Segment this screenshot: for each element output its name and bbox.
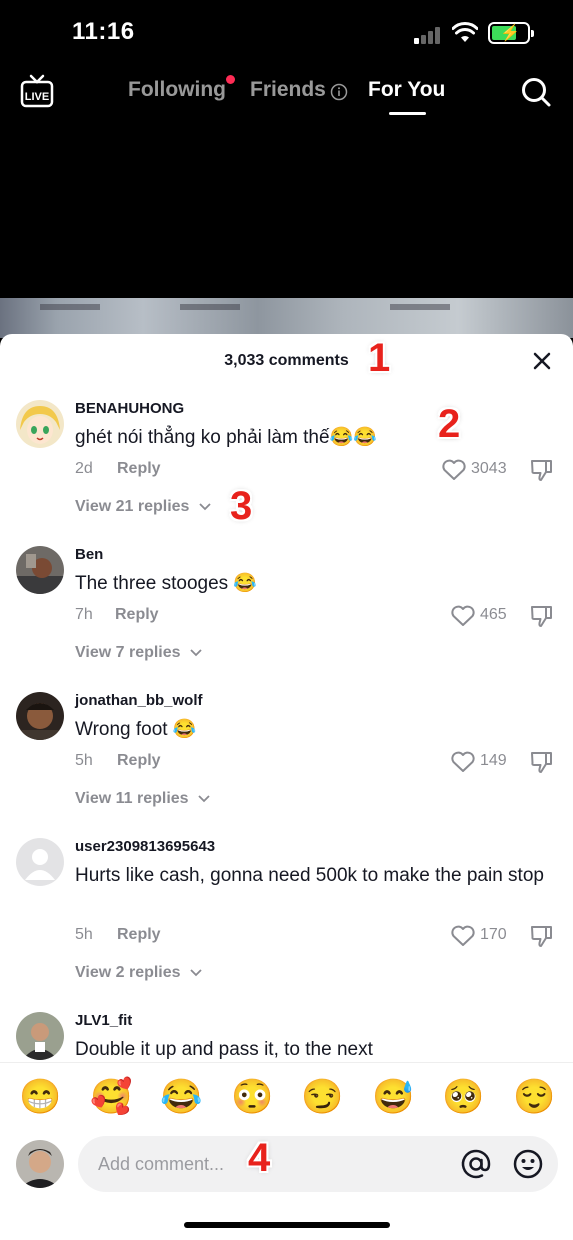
battery-icon: ⚡ xyxy=(488,22,534,44)
emoji-picker-icon[interactable] xyxy=(512,1148,544,1180)
emoji-relieved-button[interactable]: 😌 xyxy=(513,1077,555,1117)
emoji-pleading-button[interactable]: 🥺 xyxy=(442,1077,484,1117)
info-icon[interactable] xyxy=(330,83,348,101)
comment-age: 5h xyxy=(75,926,93,943)
comment-text: Hurts like cash, gonna need 500k to make… xyxy=(75,865,544,886)
quick-emoji-bar: 😁 🥰 😂 😳 😏 😅 🥺 😌 xyxy=(0,1062,573,1132)
avatar[interactable] xyxy=(16,400,64,448)
reply-button[interactable]: Reply xyxy=(117,752,161,770)
avatar[interactable] xyxy=(16,838,64,886)
emoji-tears-of-joy-button[interactable]: 😂 xyxy=(160,1077,202,1117)
reply-button[interactable]: Reply xyxy=(115,606,159,624)
close-icon[interactable] xyxy=(532,351,552,371)
comment-username[interactable]: JLV1_fit xyxy=(75,1012,132,1029)
top-navigation: LIVE Following Friends For You xyxy=(0,66,573,126)
comment-input-row: 4 xyxy=(0,1132,573,1240)
notification-dot xyxy=(226,75,235,84)
dislike-icon[interactable] xyxy=(530,924,554,948)
emoji-sweat-smile-button[interactable]: 😅 xyxy=(372,1077,414,1117)
emoji-flushed-button[interactable]: 😳 xyxy=(231,1077,273,1117)
like-count: 465 xyxy=(480,606,507,623)
avatar[interactable] xyxy=(16,692,64,740)
avatar[interactable] xyxy=(16,546,64,594)
chevron-down-icon xyxy=(190,649,202,657)
view-replies-label: View 11 replies xyxy=(75,790,189,807)
annotation-marker-1: 1 xyxy=(368,336,391,380)
like-count: 3043 xyxy=(471,460,507,477)
view-replies-button[interactable]: View 11 replies xyxy=(75,790,210,808)
video-preview[interactable] xyxy=(0,298,573,338)
annotation-marker-3: 3 xyxy=(230,484,253,528)
view-replies-label: View 7 replies xyxy=(75,644,181,661)
like-count: 170 xyxy=(480,926,507,943)
comment-username[interactable]: user2309813695643 xyxy=(75,838,215,855)
heart-icon[interactable] xyxy=(450,924,476,948)
chevron-down-icon xyxy=(199,503,211,511)
reply-button[interactable]: Reply xyxy=(117,460,161,478)
view-replies-button[interactable]: View 2 replies xyxy=(75,964,202,982)
emoji-grin-button[interactable]: 😁 xyxy=(19,1077,61,1117)
reply-button[interactable]: Reply xyxy=(117,926,161,944)
annotation-marker-4: 4 xyxy=(248,1136,271,1180)
comment-username[interactable]: Ben xyxy=(75,546,103,563)
dislike-icon[interactable] xyxy=(530,750,554,774)
comment-text: The three stooges 😂 xyxy=(75,573,258,594)
view-replies-button[interactable]: View 7 replies xyxy=(75,644,202,662)
like-count: 149 xyxy=(480,752,507,769)
tab-friends[interactable]: Friends xyxy=(250,78,326,102)
heart-icon[interactable] xyxy=(450,604,476,628)
tab-following[interactable]: Following xyxy=(128,78,226,102)
view-replies-label: View 2 replies xyxy=(75,964,181,981)
heart-icon[interactable] xyxy=(441,458,467,482)
live-icon[interactable]: LIVE xyxy=(20,74,54,108)
comment-age: 5h xyxy=(75,752,93,769)
avatar[interactable] xyxy=(16,1012,64,1060)
annotation-marker-2: 2 xyxy=(438,402,461,446)
dislike-icon[interactable] xyxy=(530,458,554,482)
active-tab-indicator xyxy=(389,112,426,115)
comment-text: Wrong foot 😂 xyxy=(75,719,197,740)
search-icon[interactable] xyxy=(520,76,552,108)
comment-text: ghét nói thẳng ko phải làm thế😂😂 xyxy=(75,427,377,448)
my-avatar[interactable] xyxy=(16,1140,64,1188)
emoji-smirk-button[interactable]: 😏 xyxy=(301,1077,343,1117)
chevron-down-icon xyxy=(198,795,210,803)
tab-for-you[interactable]: For You xyxy=(368,78,445,102)
svg-text:LIVE: LIVE xyxy=(25,91,49,103)
status-time: 11:16 xyxy=(72,18,135,45)
cellular-signal-icon xyxy=(414,26,442,44)
status-bar: 11:16 ⚡ xyxy=(0,0,573,66)
dislike-icon[interactable] xyxy=(530,604,554,628)
comment-age: 7h xyxy=(75,606,93,623)
wifi-icon xyxy=(452,22,478,42)
emoji-hearts-button[interactable]: 🥰 xyxy=(90,1077,132,1117)
comment-username[interactable]: BENAHUHONG xyxy=(75,400,184,417)
heart-icon[interactable] xyxy=(450,750,476,774)
comment-text: Double it up and pass it, to the next xyxy=(75,1039,373,1060)
chevron-down-icon xyxy=(190,969,202,977)
comments-count-title: 3,033 comments xyxy=(224,352,349,369)
comment-username[interactable]: jonathan_bb_wolf xyxy=(75,692,203,709)
home-indicator xyxy=(184,1222,390,1228)
view-replies-label: View 21 replies xyxy=(75,498,190,515)
comment-box[interactable] xyxy=(78,1136,558,1192)
mention-at-icon[interactable] xyxy=(460,1148,492,1180)
view-replies-button[interactable]: View 21 replies xyxy=(75,498,211,516)
comment-age: 2d xyxy=(75,460,93,477)
